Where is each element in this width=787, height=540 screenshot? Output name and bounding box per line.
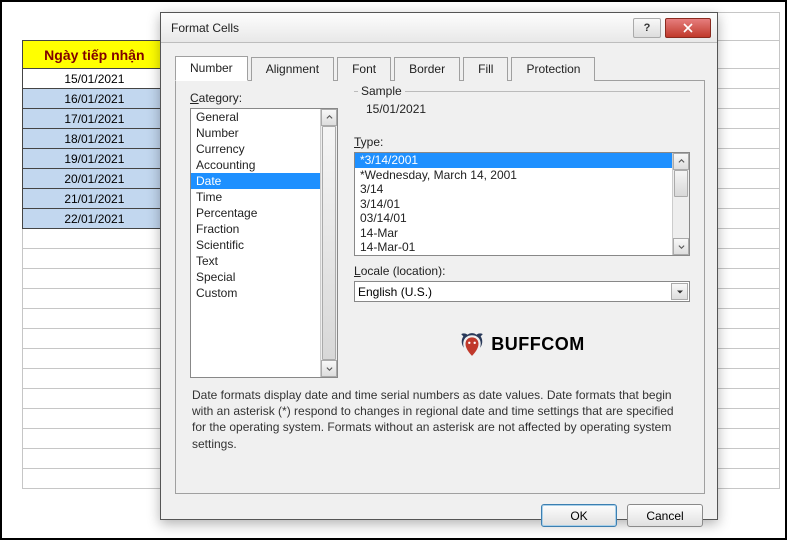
category-item-text[interactable]: Text [191,253,320,269]
tab-fill[interactable]: Fill [463,57,508,81]
close-button[interactable] [665,18,711,38]
category-item-number[interactable]: Number [191,125,320,141]
category-item-currency[interactable]: Currency [191,141,320,157]
format-cells-dialog: Format Cells ? Number Alignment Font Bor… [160,12,718,520]
titlebar: Format Cells ? [161,13,717,43]
scroll-thumb[interactable] [674,170,688,197]
scroll-up-button[interactable] [321,109,337,126]
help-icon: ? [644,22,651,34]
type-item[interactable]: 14-Mar-01 [355,240,672,255]
watermark: BUFFCOM [354,308,690,381]
category-item-custom[interactable]: Custom [191,285,320,301]
dropdown-button[interactable] [671,283,688,300]
category-item-accounting[interactable]: Accounting [191,157,320,173]
category-item-date[interactable]: Date [191,173,320,189]
cell[interactable]: 18/01/2021 [23,129,166,149]
bull-icon [459,332,485,358]
cell[interactable]: 20/01/2021 [23,169,166,189]
locale-select[interactable]: English (U.S.) [354,281,690,302]
locale-label: Locale (location): [354,264,690,278]
category-item-fraction[interactable]: Fraction [191,221,320,237]
type-label: Type: [354,135,690,149]
number-panel: Category: General Number Currency Accoun… [175,80,705,494]
type-item[interactable]: *Wednesday, March 14, 2001 [355,168,672,183]
chevron-down-icon [678,243,685,250]
cell[interactable]: 22/01/2021 [23,209,166,229]
cancel-button[interactable]: Cancel [627,504,703,527]
type-item[interactable]: 3/14 [355,182,672,197]
tab-number[interactable]: Number [175,56,248,81]
sample-value: 15/01/2021 [362,98,682,116]
type-item[interactable]: *3/14/2001 [355,153,672,168]
scroll-down-button[interactable] [321,360,337,377]
category-listbox[interactable]: General Number Currency Accounting Date … [190,108,338,378]
category-item-special[interactable]: Special [191,269,320,285]
cell[interactable]: 16/01/2021 [23,89,166,109]
scroll-down-button[interactable] [673,238,689,255]
type-listbox[interactable]: *3/14/2001 *Wednesday, March 14, 2001 3/… [354,152,690,256]
category-item-percentage[interactable]: Percentage [191,205,320,221]
locale-value: English (U.S.) [358,285,432,299]
tab-alignment[interactable]: Alignment [251,57,334,81]
scroll-up-button[interactable] [673,153,689,170]
category-label: Category: [190,91,338,105]
category-scrollbar[interactable] [320,109,337,377]
category-item-scientific[interactable]: Scientific [191,237,320,253]
scroll-thumb[interactable] [322,126,336,360]
tab-font[interactable]: Font [337,57,391,81]
cell[interactable]: 17/01/2021 [23,109,166,129]
cell[interactable]: 19/01/2021 [23,149,166,169]
dialog-title: Format Cells [161,21,633,35]
column-header[interactable]: Ngày tiếp nhận [23,41,166,69]
tab-strip: Number Alignment Font Border Fill Protec… [161,43,717,80]
cell[interactable]: 21/01/2021 [23,189,166,209]
type-item[interactable]: 14-Mar [355,226,672,241]
chevron-up-icon [326,114,333,121]
sample-label: Sample [358,84,405,98]
ok-button[interactable]: OK [541,504,617,527]
type-item[interactable]: 03/14/01 [355,211,672,226]
category-item-general[interactable]: General [191,109,320,125]
type-item[interactable]: 3/14/01 [355,197,672,212]
cell[interactable]: 15/01/2021 [23,69,166,89]
description-text: Date formats display date and time seria… [190,381,690,452]
close-icon [683,23,693,33]
chevron-down-icon [326,365,333,372]
help-button[interactable]: ? [633,18,661,38]
watermark-text: BUFFCOM [491,334,584,355]
chevron-down-icon [676,288,684,296]
tab-protection[interactable]: Protection [511,57,595,81]
category-item-time[interactable]: Time [191,189,320,205]
chevron-up-icon [678,158,685,165]
type-scrollbar[interactable] [672,153,689,255]
tab-border[interactable]: Border [394,57,460,81]
sample-box: Sample 15/01/2021 [354,91,690,129]
